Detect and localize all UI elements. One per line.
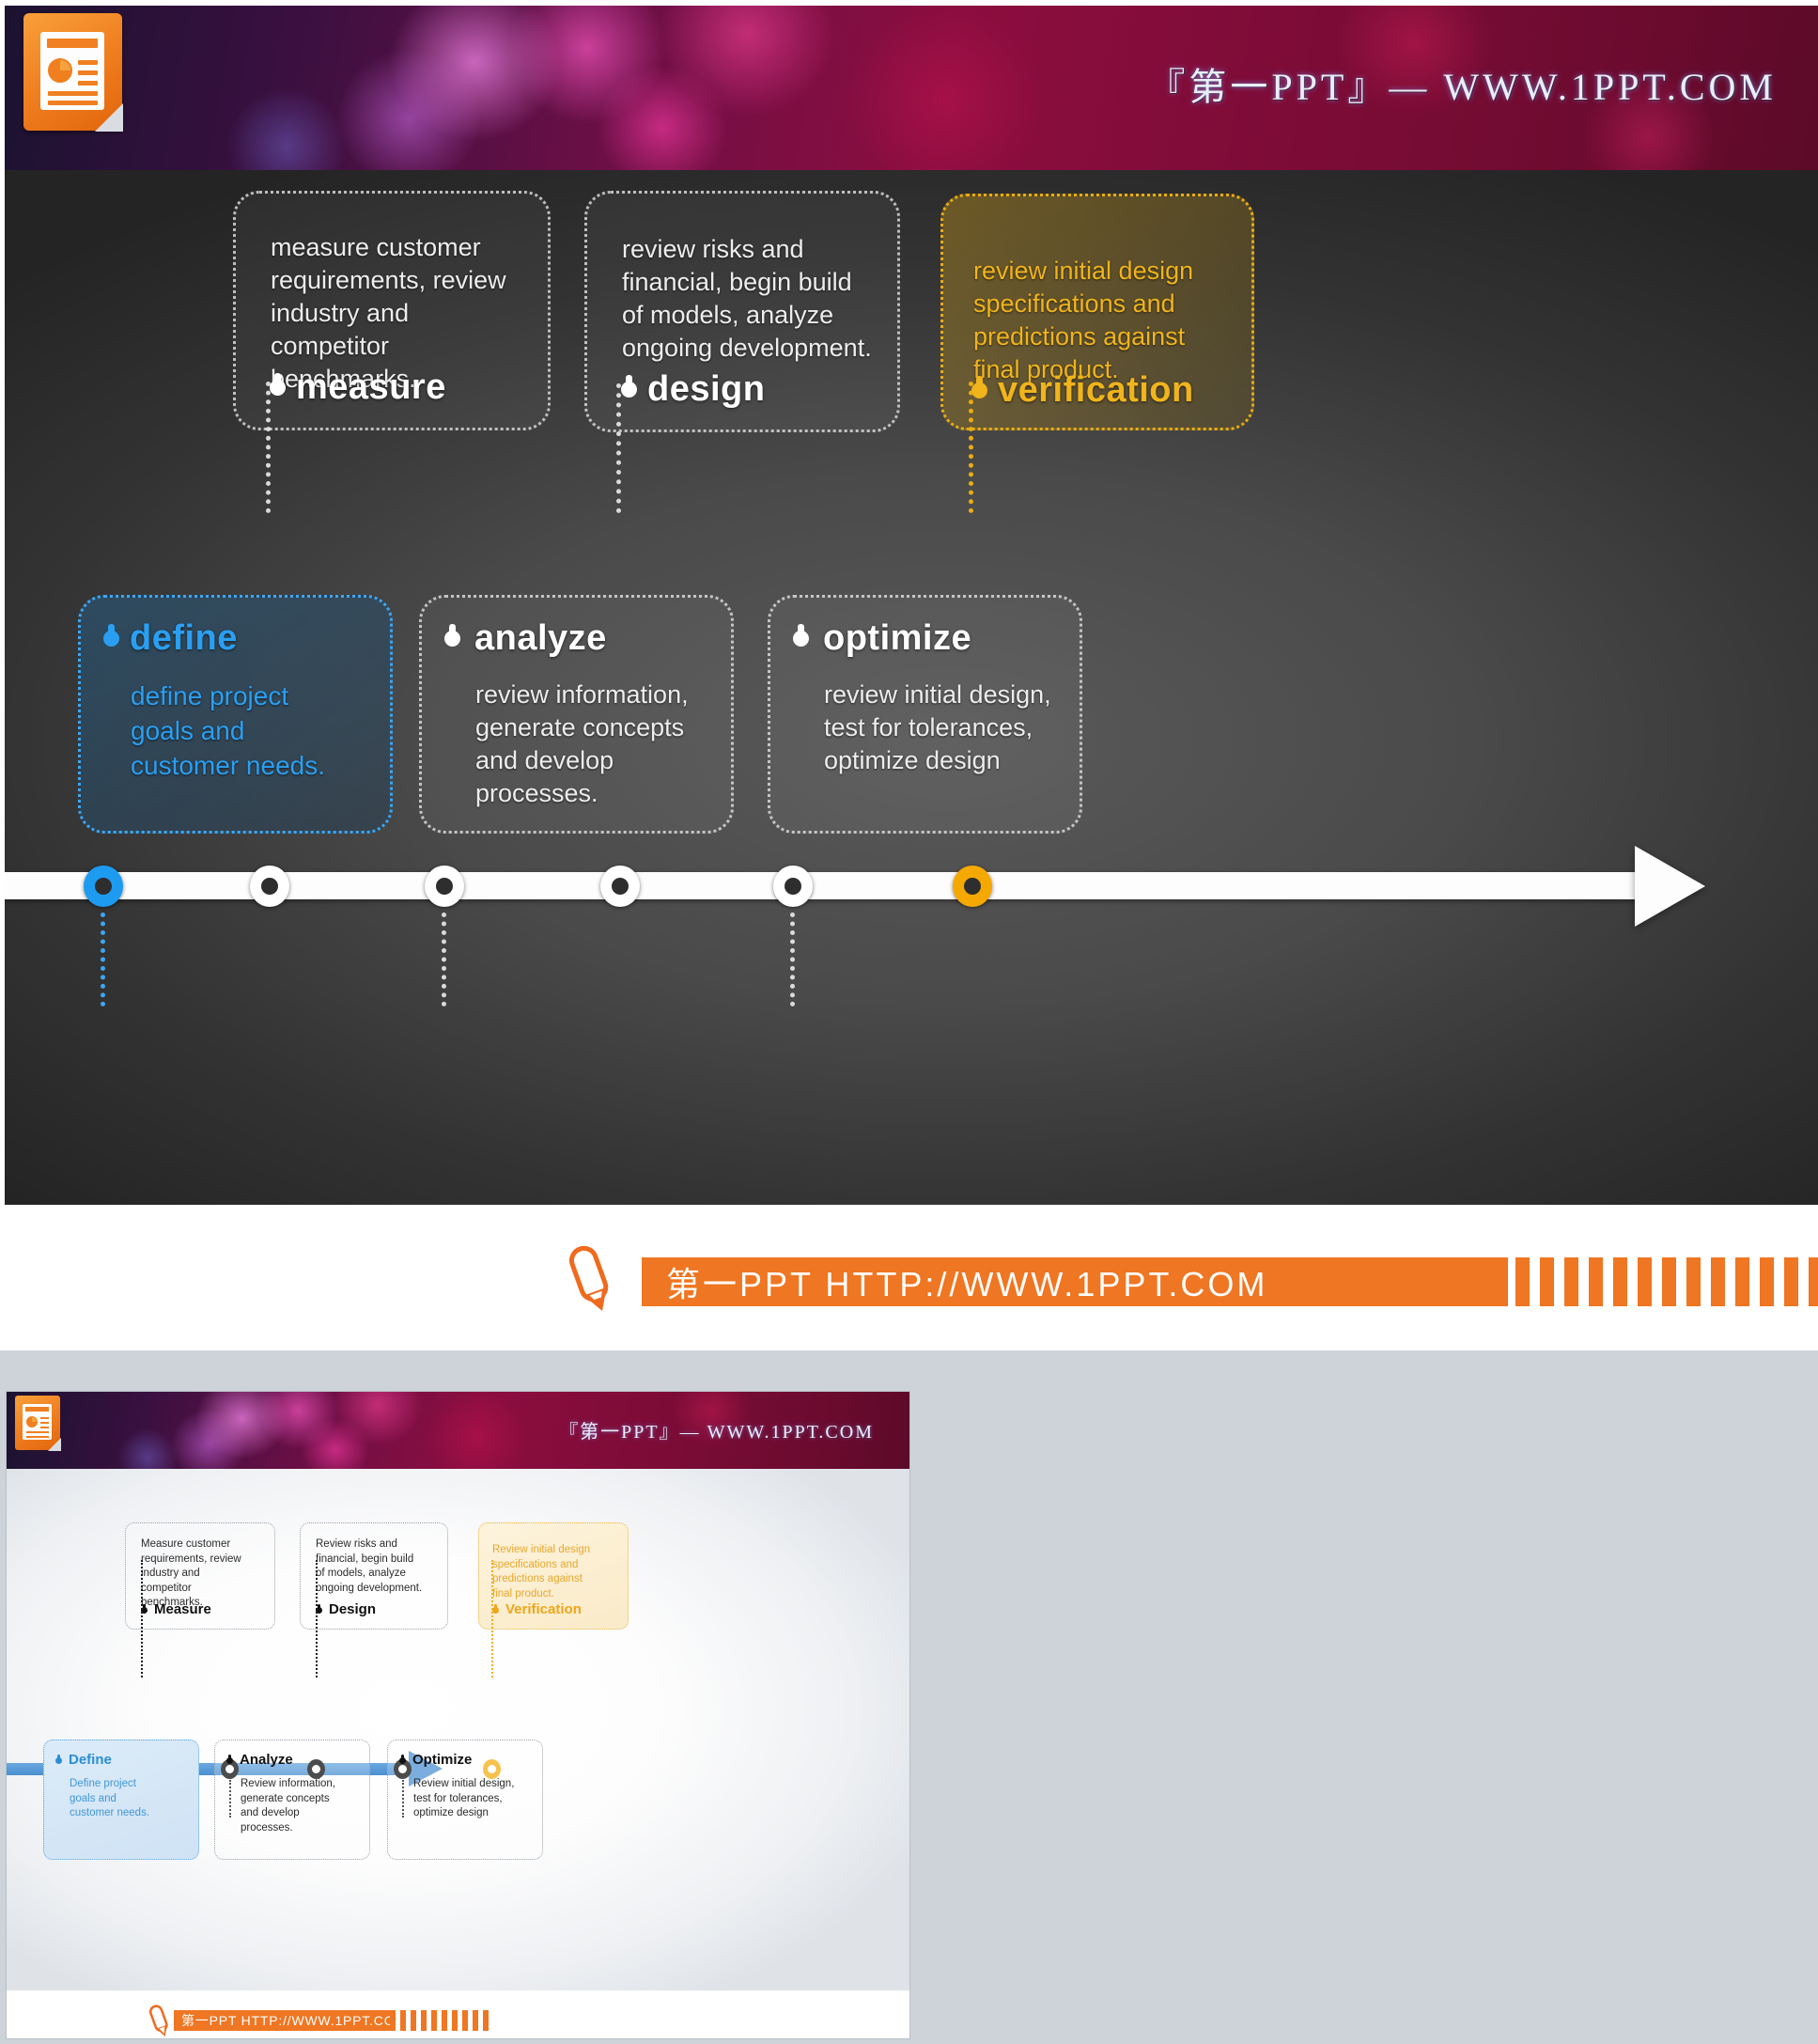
thumbnail-card-define-label: Define	[69, 1752, 112, 1768]
thumbnail-footer-strip: 第一PPT HTTP://WWW.1PPT.COM	[7, 1990, 909, 2038]
bullet-drop-measure-icon	[270, 373, 286, 396]
connector-optimize	[790, 913, 795, 1006]
thumbnail-card-measure[interactable]: Measure customer requirements, review in…	[125, 1522, 275, 1630]
thumbnail-footer-banner-text: 第一PPT HTTP://WWW.1PPT.COM	[181, 2013, 407, 2028]
slide-canvas: measure customer requirements, review in…	[5, 170, 1818, 1205]
thumbnail-header-title: 『第一PPT』— WWW.1PPT.COM	[559, 1422, 874, 1443]
card-define-label: define	[130, 618, 238, 658]
card-verification-label: verification	[998, 370, 1194, 410]
thumbnail-bullet-define-icon	[55, 1755, 62, 1764]
node-measure[interactable]	[250, 866, 289, 907]
thumbnail-connector-verification	[491, 1560, 493, 1677]
card-optimize[interactable]: optimize review initial design, test for…	[768, 595, 1082, 834]
thumbnail-card-analyze[interactable]: Analyze Review information, generate con…	[214, 1740, 370, 1860]
node-analyze[interactable]	[425, 866, 464, 907]
arrow-right-icon	[1635, 846, 1705, 927]
thumbnail-bullet-optimize-icon	[399, 1755, 406, 1764]
connector-analyze	[442, 913, 446, 1006]
slide-preview: 『第一PPT』— WWW.1PPT.COM measure customer r…	[0, 0, 1818, 1212]
node-verification[interactable]	[953, 866, 992, 907]
footer-bars-decoration	[1515, 1257, 1818, 1306]
connector-verification	[969, 382, 973, 513]
header-title: 『第一PPT』— WWW.1PPT.COM	[1147, 66, 1777, 108]
card-verification-description: review initial design specifications and…	[973, 257, 1194, 383]
thumbnail-card-measure-label: Measure	[154, 1601, 211, 1617]
thumbnail-card-design[interactable]: Review risks and financial, begin build …	[300, 1522, 448, 1630]
thumbnail-footer-banner: 第一PPT HTTP://WWW.1PPT.COM	[174, 2010, 406, 2031]
thumbnail-pen-icon	[146, 2004, 174, 2038]
thumbnail-card-verification[interactable]: Review initial design specifications and…	[478, 1522, 629, 1630]
node-define[interactable]	[84, 866, 123, 907]
powerpoint-document-icon	[23, 13, 123, 132]
bullet-drop-analyze-icon	[444, 624, 460, 647]
card-design-description: review risks and financial, begin build …	[622, 235, 872, 362]
thumbnail-powerpoint-document-icon	[15, 1396, 61, 1451]
connector-measure	[266, 382, 271, 513]
card-analyze-label: analyze	[474, 618, 607, 658]
thumbnail-card-optimize-label: Optimize	[412, 1752, 473, 1768]
card-verification[interactable]: review initial design specifications and…	[940, 194, 1254, 430]
card-analyze[interactable]: analyze review information, generate con…	[419, 595, 734, 834]
thumbnail-bullet-verification-icon	[492, 1604, 499, 1614]
card-measure[interactable]: measure customer requirements, review in…	[233, 191, 551, 430]
thumbnail-card-analyze-label: Analyze	[240, 1752, 293, 1768]
connector-design	[616, 383, 621, 513]
thumbnail-connector-measure	[141, 1560, 143, 1677]
card-optimize-label: optimize	[823, 618, 972, 658]
bullet-drop-optimize-icon	[793, 624, 809, 647]
node-optimize[interactable]	[773, 866, 813, 907]
thumbnail-card-analyze-description: Review information, generate concepts an…	[241, 1778, 335, 1833]
thumbnail-card-verification-description: Review initial design specifications and…	[492, 1544, 591, 1599]
bullet-drop-design-icon	[621, 375, 637, 398]
thumbnail-card-measure-description: Measure customer requirements, review in…	[141, 1538, 241, 1608]
thumbnail-bullet-analyze-icon	[226, 1755, 233, 1764]
thumbnail-header-band: 『第一PPT』— WWW.1PPT.COM	[7, 1392, 909, 1469]
connector-define	[101, 913, 105, 1006]
card-design[interactable]: review risks and financial, begin build …	[584, 191, 900, 432]
thumbnail-card-design-label: Design	[329, 1601, 377, 1617]
pen-icon	[562, 1243, 620, 1317]
footer-banner-text: 第一PPT HTTP://WWW.1PPT.COM	[666, 1265, 1268, 1303]
card-measure-label: measure	[296, 367, 446, 407]
thumbnail-connector-design	[316, 1560, 318, 1677]
thumbnail-card-design-description: Review risks and financial, begin build …	[316, 1538, 423, 1594]
card-define[interactable]: define define project goals and customer…	[78, 595, 393, 834]
bullet-drop-define-icon	[103, 624, 119, 647]
thumbnail-card-optimize[interactable]: Optimize Review initial design, test for…	[387, 1740, 543, 1860]
card-analyze-description: review information, generate concepts an…	[475, 680, 689, 807]
thumbnail-card-verification-label: Verification	[505, 1601, 582, 1617]
thumbnail-canvas: Measure customer requirements, review in…	[7, 1469, 909, 1990]
thumbnail-card-optimize-description: Review initial design, test for toleranc…	[413, 1778, 515, 1818]
thumbnail-card-define-description: Define project goals and customer needs.	[70, 1778, 150, 1818]
node-design[interactable]	[600, 866, 640, 907]
card-optimize-description: review initial design, test for toleranc…	[824, 680, 1051, 774]
footer-banner: 第一PPT HTTP://WWW.1PPT.COM	[642, 1257, 1508, 1306]
card-define-description: define project goals and customer needs.	[131, 681, 325, 780]
bullet-drop-verification-icon	[971, 376, 987, 398]
thumbnail-slide[interactable]: 『第一PPT』— WWW.1PPT.COM Measure customer r…	[6, 1391, 910, 2039]
slide-header-band: 『第一PPT』— WWW.1PPT.COM	[5, 6, 1818, 170]
thumbnail-footer-bars-decoration	[390, 2010, 493, 2031]
thumbnail-card-define[interactable]: Define Define project goals and customer…	[43, 1740, 199, 1860]
card-design-label: design	[647, 369, 766, 409]
